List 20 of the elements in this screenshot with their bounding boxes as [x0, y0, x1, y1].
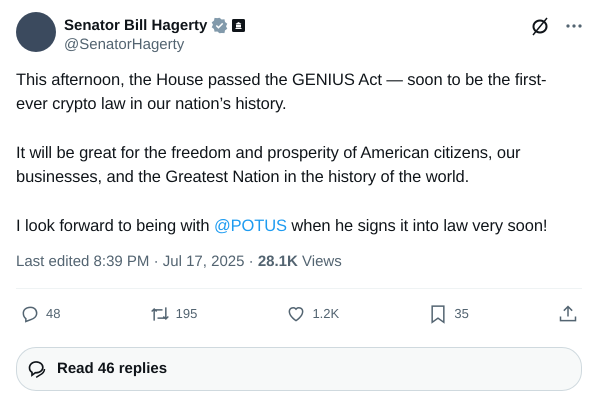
reply-icon — [20, 304, 40, 324]
tweet-paragraph: It will be great for the freedom and prosperity of American citizens, our businesses, and the Greatest Nation in the history of the world. — [16, 143, 522, 188]
read-replies-button[interactable]: Read 46 replies — [16, 347, 582, 391]
avatar[interactable] — [16, 12, 56, 52]
repost-button[interactable]: 195 — [150, 304, 198, 324]
building-icon — [232, 19, 246, 32]
reply-button[interactable]: 48 — [20, 304, 60, 324]
author-handle[interactable]: @SenatorHagerty — [64, 35, 522, 54]
tweet-paragraph: I look forward to being with @POTUS when he signs it into law very soon! — [16, 216, 548, 237]
bookmark-button[interactable]: 35 — [428, 304, 469, 324]
heart-icon — [286, 304, 306, 324]
replies-icon — [27, 359, 47, 379]
tweet-metadata: Last edited 8:39 PM · Jul 17, 2025 · 28.1K Views — [16, 252, 343, 272]
like-button[interactable]: 1.2K — [286, 304, 340, 324]
author-name[interactable]: Senator Bill Hagerty — [64, 16, 208, 35]
more-icon[interactable] — [566, 24, 582, 28]
share-button[interactable] — [558, 304, 578, 324]
grok-icon[interactable] — [530, 16, 550, 36]
share-icon — [558, 304, 578, 324]
tweet-paragraph: This afternoon, the House passed the GENIUS Act — soon to be the first-ever crypto law in our nation’s history. — [16, 70, 548, 115]
